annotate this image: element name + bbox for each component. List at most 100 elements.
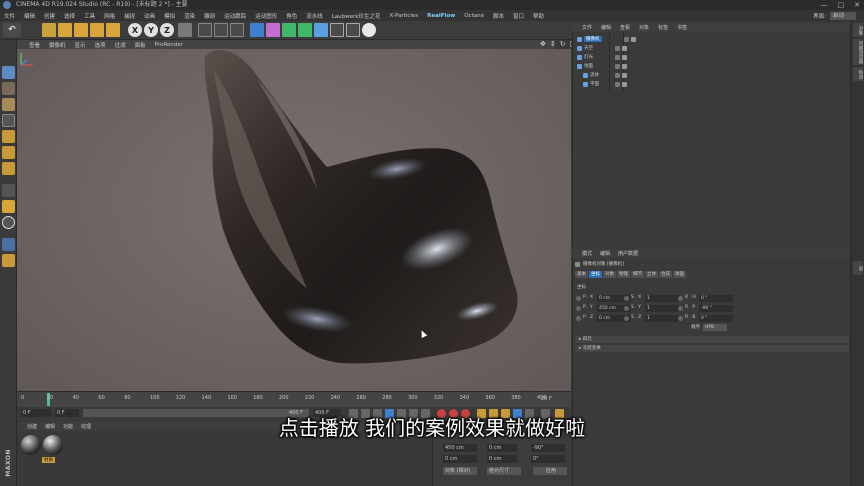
menu-item-8[interactable]: 模拟: [164, 12, 175, 20]
menu-item-15[interactable]: Laubwerk珍生之花: [332, 12, 381, 20]
check-enabled-icon[interactable]: [622, 81, 627, 87]
minimize-button[interactable]: —: [821, 0, 828, 10]
render-view-icon[interactable]: [198, 23, 212, 37]
menu-item-16[interactable]: X-Particles: [389, 13, 418, 19]
record-icon[interactable]: [437, 409, 446, 418]
material-menu-item[interactable]: 编辑: [45, 423, 55, 430]
coord-field[interactable]: 0 cm: [443, 455, 477, 463]
animate-keyframe-icon[interactable]: [576, 315, 581, 321]
array-generator-icon[interactable]: [298, 23, 312, 37]
coord-field[interactable]: 450 cm: [443, 444, 477, 452]
menu-item-19[interactable]: 脚本: [493, 12, 504, 20]
attribute-tab[interactable]: 细节: [631, 271, 644, 278]
tab-content-browser[interactable]: 内容浏览器: [853, 39, 863, 65]
object-row[interactable]: 平面: [577, 80, 627, 88]
prev-frame-icon[interactable]: [373, 409, 382, 418]
rotate-tool-icon[interactable]: [90, 23, 104, 37]
attribute-menu-item[interactable]: 模式: [582, 250, 592, 257]
menu-item-4[interactable]: 工具: [84, 12, 95, 20]
coord-field[interactable]: 0 cm: [487, 444, 517, 452]
animate-keyframe-icon[interactable]: [624, 305, 629, 311]
move-icon[interactable]: ✥: [540, 40, 546, 49]
scale-tool-icon[interactable]: [74, 23, 88, 37]
snap-toggle-icon[interactable]: [2, 216, 15, 229]
z-axis-toggle-icon[interactable]: Z: [160, 23, 174, 37]
attribute-menu-item[interactable]: 编辑: [600, 250, 610, 257]
range-slider[interactable]: [83, 409, 307, 417]
object-menu-item[interactable]: 文件: [582, 24, 592, 31]
menu-item-6[interactable]: 捕捉: [124, 12, 135, 20]
scale-key-icon[interactable]: [489, 409, 498, 418]
play-icon[interactable]: [385, 409, 394, 418]
go-to-start-icon[interactable]: [349, 409, 358, 418]
menu-item-17[interactable]: RealFlow: [427, 13, 455, 19]
range-max-field[interactable]: 400 F: [313, 409, 341, 417]
menu-item-2[interactable]: 创建: [44, 12, 55, 20]
autokey-icon[interactable]: [449, 409, 458, 418]
next-key-icon[interactable]: [409, 409, 418, 418]
position-key-icon[interactable]: [477, 409, 486, 418]
attribute-tab[interactable]: 物理: [617, 271, 630, 278]
current-frame-field[interactable]: 0 F: [21, 409, 51, 417]
animate-keyframe-icon[interactable]: [576, 305, 581, 311]
coordinate-value-field[interactable]: 0 °: [699, 294, 733, 302]
check-enabled-icon[interactable]: [622, 45, 627, 51]
visibility-toggle-icon[interactable]: [615, 72, 620, 78]
object-menu-item[interactable]: 标签: [658, 24, 668, 31]
prev-key-icon[interactable]: [361, 409, 370, 418]
move-tool-icon[interactable]: [58, 23, 72, 37]
floor-environment-icon[interactable]: [330, 23, 344, 37]
object-row[interactable]: 流体: [577, 71, 627, 79]
viewport-menu-item[interactable]: 摄像机: [49, 41, 66, 49]
object-menu-item[interactable]: 对象: [639, 24, 649, 31]
menu-item-21[interactable]: 帮助: [533, 12, 544, 20]
3d-viewport[interactable]: [17, 49, 571, 391]
viewport-menu-item[interactable]: 过滤: [115, 41, 126, 49]
object-row[interactable]: 摄像机: [577, 35, 636, 43]
range-start-field[interactable]: 0 F: [55, 409, 79, 417]
coord-mode-dropdown[interactable]: 对象 (相对): [443, 467, 477, 475]
coordinate-value-field[interactable]: 1: [645, 314, 679, 322]
visibility-toggle-icon[interactable]: [615, 81, 620, 87]
light-object-icon[interactable]: [362, 23, 376, 37]
check-enabled-icon[interactable]: [630, 36, 636, 42]
undo-button[interactable]: ↶: [3, 23, 21, 37]
coord-field[interactable]: 0°: [531, 455, 565, 463]
menu-item-11[interactable]: 运动跟踪: [224, 12, 246, 20]
recent-tool-icon[interactable]: [106, 23, 120, 37]
attribute-tab[interactable]: 立体: [645, 271, 658, 278]
animate-keyframe-icon[interactable]: [624, 315, 629, 321]
attribute-menu-item[interactable]: 用户数据: [618, 250, 638, 257]
order-dropdown[interactable]: HPB: [703, 324, 727, 331]
menu-item-7[interactable]: 动画: [144, 12, 155, 20]
coordinate-system-icon[interactable]: [178, 23, 192, 37]
x-axis-toggle-icon[interactable]: X: [128, 23, 142, 37]
menu-item-0[interactable]: 文件: [4, 12, 15, 20]
object-row[interactable]: 天空: [577, 44, 627, 52]
menu-item-10[interactable]: 雕刻: [204, 12, 215, 20]
material-preview[interactable]: [21, 435, 41, 455]
coordinate-value-field[interactable]: 0 °: [699, 314, 733, 322]
menu-item-13[interactable]: 角色: [286, 12, 297, 20]
menu-item-1[interactable]: 编辑: [24, 12, 35, 20]
enable-axis-icon[interactable]: [2, 184, 15, 197]
animate-keyframe-icon[interactable]: [678, 305, 683, 311]
menu-item-14[interactable]: 流水线: [306, 12, 323, 20]
menu-item-18[interactable]: Octane: [464, 13, 484, 19]
visibility-toggle-icon[interactable]: [623, 36, 629, 42]
texture-mode-icon[interactable]: [2, 98, 15, 111]
interpolation-icon[interactable]: [541, 409, 550, 418]
material-menu-item[interactable]: 纹理: [81, 423, 91, 430]
object-menu-item[interactable]: 书签: [677, 24, 687, 31]
key-selection-icon[interactable]: [461, 409, 470, 418]
material-menu-item[interactable]: 创建: [27, 423, 37, 430]
attribute-tab[interactable]: 球面: [673, 271, 686, 278]
layout-dropdown[interactable]: 启动: [829, 11, 856, 20]
tweak-mode-icon[interactable]: [2, 200, 15, 213]
make-editable-icon[interactable]: [2, 66, 15, 79]
coordinate-value-field[interactable]: 1: [645, 294, 679, 302]
menu-item-20[interactable]: 窗口: [513, 12, 524, 20]
animate-keyframe-icon[interactable]: [576, 295, 581, 301]
pla-key-icon[interactable]: [525, 409, 534, 418]
edges-mode-icon[interactable]: [2, 146, 15, 159]
